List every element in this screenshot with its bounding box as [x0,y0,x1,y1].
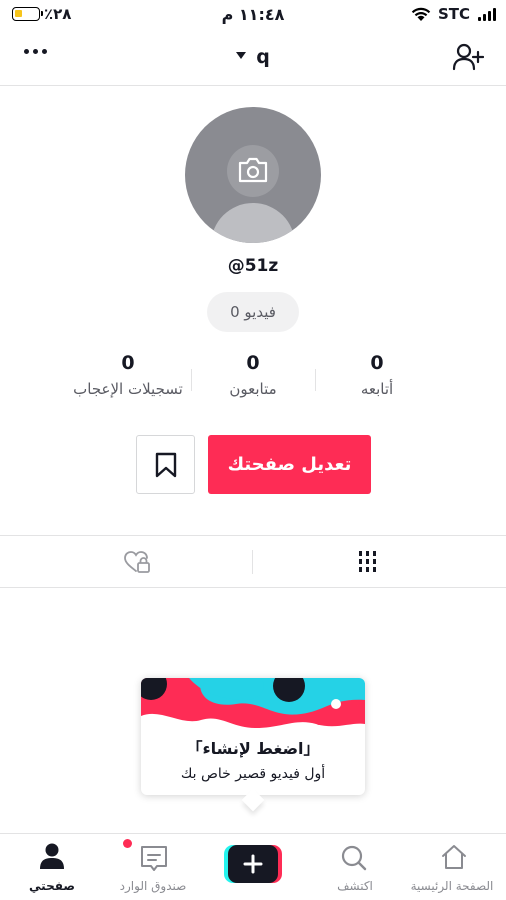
videos-grid-icon [359,551,376,572]
following-count: 0 [370,352,384,374]
nav-me[interactable]: صفحتي [14,834,90,900]
likes-label: تسجيلات الإعجاب [73,380,183,398]
popup-subtitle: أول فيديو قصير خاص بك [180,766,326,782]
carrier-name: STC [438,5,471,23]
followers-count: 0 [246,352,260,374]
nav-inbox-label: صندوق الوارد [119,879,187,893]
stat-divider [191,369,192,391]
create-tooltip[interactable]: 「اضغط لإنشاء」 أول فيديو قصير خاص بك [141,678,365,812]
nav-discover-label: اكتشف [337,879,373,893]
signal-icon [478,8,498,21]
wifi-icon [411,7,431,21]
bottom-nav: صفحتي صندوق الوارد اكتشف الصفحة الرئيسية [0,833,506,900]
camera-icon [238,157,268,183]
avatar[interactable] [185,107,321,243]
nav-home-label: الصفحة الرئيسية [410,879,494,893]
stat-followers[interactable]: 0 متابعون [205,352,301,398]
search-icon [341,845,367,871]
following-label: أتابعه [360,380,394,398]
popup-illustration [141,678,365,740]
status-bar: ٪٢٨ ١١:٤٨ م STC [0,0,506,30]
inbox-icon [141,846,167,871]
avatar-placeholder [211,203,295,243]
nav-me-label: صفحتي [29,879,75,893]
profile-handle: @51z [227,256,279,276]
followers-label: متابعون [229,380,277,398]
popup-title: 「اضغط لإنشاء」 [186,739,320,758]
notification-dot [123,839,132,848]
create-button[interactable] [224,845,282,883]
nav-discover[interactable]: اكتشف [320,834,390,900]
profile-header: q [0,30,506,86]
stat-following[interactable]: 0 أتابعه [330,352,424,398]
account-switcher[interactable]: q [0,46,506,68]
profile-tabs [0,535,506,588]
caret-down-icon [236,52,247,59]
username-title: q [256,46,270,68]
plus-icon [243,854,263,874]
add-user-icon[interactable] [452,43,484,71]
bookmark-icon [155,452,177,478]
nav-home[interactable]: الصفحة الرئيسية [398,834,506,900]
liked-private-icon [124,551,150,573]
video-count-badge: 0 فيديو [207,292,299,332]
stat-likes[interactable]: 0 تسجيلات الإعجاب [58,352,198,398]
tab-videos[interactable] [253,536,506,588]
favorites-button[interactable] [136,435,195,494]
edit-profile-button[interactable]: تعديل صفحتك [208,435,371,494]
stat-divider [315,369,316,391]
tab-liked[interactable] [0,536,253,588]
nav-inbox[interactable]: صندوق الوارد [108,834,198,900]
person-icon [40,843,64,869]
likes-count: 0 [121,352,135,374]
home-icon [442,845,466,869]
